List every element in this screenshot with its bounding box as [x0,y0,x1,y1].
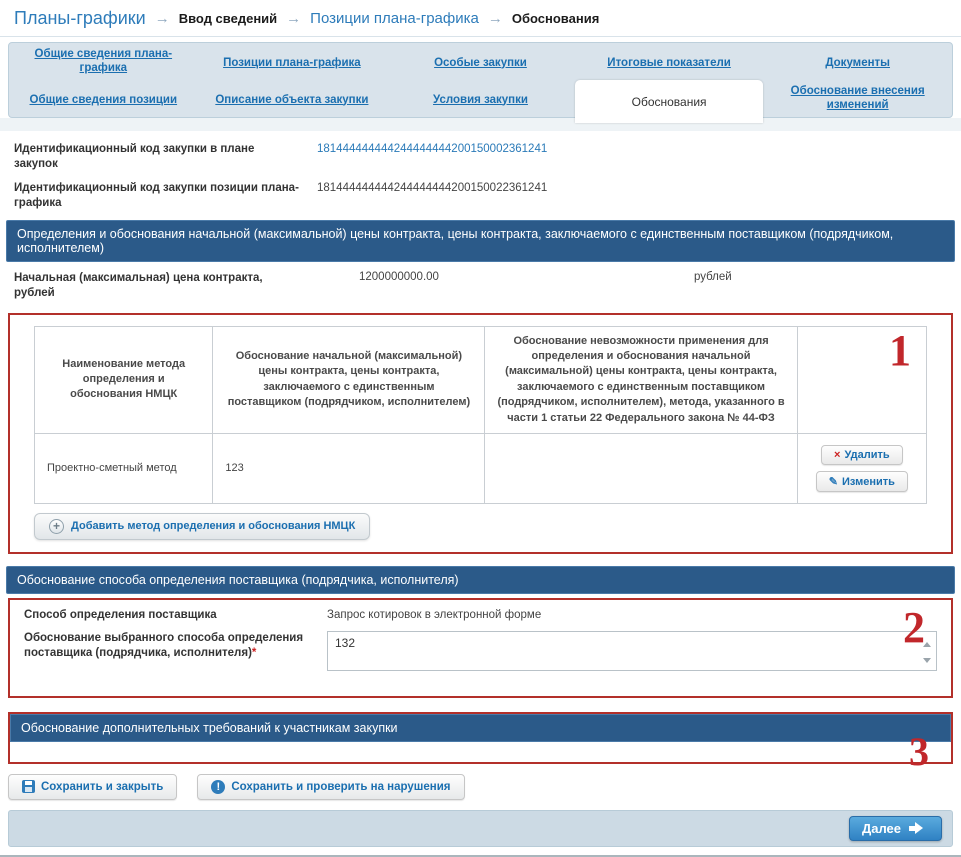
id-codes-section: Идентификационный код закупки в плане за… [0,131,961,211]
tab-row-position: Общие сведения позиции Описание объекта … [9,80,952,123]
add-method-label: Добавить метод определения и обоснования… [71,520,356,533]
annotation-number-2: 2 [903,602,925,652]
breadcrumb-arrow-icon: → [487,10,503,27]
annotation-number-1: 1 [889,325,911,375]
tab-strip: Общие сведения плана-графика Позиции пла… [8,42,953,123]
tab-plan-general[interactable]: Общие сведения плана-графика [9,47,198,76]
col-header-justification: Обоснование начальной (максимальной) цен… [212,325,486,434]
section-header-supplier: Обоснование способа определения поставщи… [6,565,955,594]
supplier-method-value: Запрос котировок в электронной форме [327,608,542,621]
bottom-bar: Далее [8,809,953,847]
annotation-box-3: 3 Обоснование дополнительных требований … [8,711,953,771]
cell-method-name: Проектно-сметный метод [33,432,214,504]
section-header-additional: Обоснование дополнительных требований к … [10,713,951,742]
save-check-button[interactable]: ! Сохранить и проверить на нарушения [197,773,465,800]
delete-x-icon: × [834,448,841,461]
tab-plan-positions[interactable]: Позиции плана-графика [198,53,387,71]
cell-justification: 123 [212,432,486,504]
delete-button[interactable]: × Удалить [821,444,903,465]
tab-position-general[interactable]: Общие сведения позиции [9,90,198,108]
supplier-method-row: Способ определения поставщика Запрос кот… [24,608,937,623]
tab-justifications-active[interactable]: Обоснования [574,80,764,123]
section-header-nmck: Определения и обоснования начальной (мак… [6,219,955,262]
field-row-plan-code: Идентификационный код закупки в плане за… [14,142,947,172]
required-asterisk: * [251,646,257,659]
tab-strip-shadow [0,118,961,131]
nmck-table-area: Наименование метода определения и обосно… [10,315,951,552]
floppy-disk-icon [22,780,35,794]
next-button-label: Далее [861,820,901,836]
add-method-button[interactable]: + Добавить метод определения и обоснован… [34,512,371,540]
supplier-method-label: Способ определения поставщика [24,608,217,621]
annotation-box-2: 2 Способ определения поставщика Запрос к… [8,597,953,698]
tab-row-plan: Общие сведения плана-графика Позиции пла… [9,43,952,80]
breadcrumb-arrow-icon: → [286,10,302,27]
tab-documents[interactable]: Документы [763,53,952,71]
scroll-down-icon[interactable] [923,657,931,663]
plus-icon: + [49,518,64,534]
cell-actions: × Удалить ✎ Изменить [796,432,928,504]
tab-special-purchases[interactable]: Особые закупки [386,53,575,71]
additional-section-empty [10,741,951,762]
supplier-section-body: Способ определения поставщика Запрос кот… [10,600,951,696]
cell-impossibility [484,432,798,504]
annotation-number-3: 3 [909,728,929,774]
edit-button[interactable]: ✎ Изменить [815,470,908,492]
breadcrumb-positions-link[interactable]: Позиции плана-графика [310,10,479,27]
save-close-button[interactable]: Сохранить и закрыть [8,773,178,800]
plan-code-link[interactable]: 181444444444244444444200150002361241 [317,142,547,172]
position-code-value: 181444444444244444444200150022361241 [317,181,548,194]
edit-pencil-icon: ✎ [828,475,838,488]
price-unit: рублей [693,270,732,283]
footer-actions: Сохранить и закрыть ! Сохранить и провер… [8,773,953,800]
breadcrumb-plans-link[interactable]: Планы-графики [14,8,146,29]
plan-code-label: Идентификационный код закупки в плане за… [14,143,255,170]
price-label: Начальная (максимальная) цена контракта,… [14,271,263,299]
col-header-method: Наименование метода определения и обосно… [33,325,214,434]
tab-change-justification[interactable]: Обоснование внесения изменений [763,84,952,113]
justification-textarea[interactable]: 132 [327,630,937,671]
table-row: Проектно-сметный метод 123 × Удалить ✎ Изм… [33,432,928,504]
breadcrumb-input-info: Ввод сведений [178,11,278,26]
next-button[interactable]: Далее [848,815,942,841]
justification-textarea-wrap: 132 [327,630,937,676]
breadcrumb-arrow-icon: → [154,10,170,27]
table-header-row: Наименование метода определения и обосно… [33,325,928,434]
supplier-justification-label: Обоснование выбранного способа определен… [24,631,304,659]
position-code-label: Идентификационный код закупки позиции пл… [14,181,299,209]
field-row-position-code: Идентификационный код закупки позиции пл… [14,181,947,211]
tab-object-description[interactable]: Описание объекта закупки [198,90,387,108]
tab-total-indicators[interactable]: Итоговые показатели [575,53,764,71]
breadcrumb-current-page: Обоснования [511,11,600,26]
col-header-impossibility: Обоснование невозможности применения для… [484,325,798,434]
price-value: 1200000000.00 [359,270,439,283]
breadcrumb: Планы-графики → Ввод сведений → Позиции … [0,0,961,37]
exclamation-circle-icon: ! [211,779,226,794]
supplier-justification-row: Обоснование выбранного способа определен… [24,630,937,676]
arrow-right-icon [909,822,929,835]
nmck-methods-table: Наименование метода определения и обосно… [33,325,928,504]
price-row: Начальная (максимальная) цена контракта,… [0,262,961,309]
tab-purchase-conditions[interactable]: Условия закупки [386,90,575,108]
annotation-box-1: 1 Наименование метода определения и обос… [8,312,953,554]
